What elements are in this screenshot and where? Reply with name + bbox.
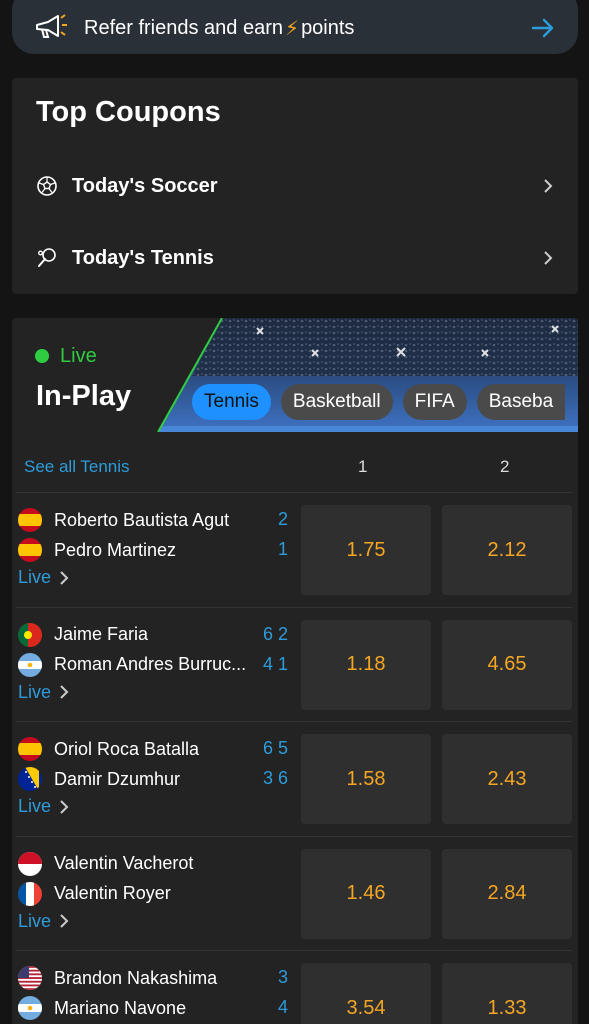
player-2: Mariano Navone — [18, 995, 254, 1021]
top-coupons-card: Top Coupons Today's Soccer Today's Tenni… — [12, 78, 578, 294]
bolt-icon: ⚡ — [285, 17, 300, 40]
match-row[interactable]: Brandon Nakashima3Mariano Navone4Live3.5… — [16, 950, 572, 1024]
flag-portugal-icon — [18, 622, 42, 647]
flag-spain-icon — [18, 538, 42, 562]
player-1-score: 6 5 — [262, 738, 288, 758]
flag-spain-icon — [18, 508, 42, 532]
megaphone-icon — [36, 14, 67, 38]
flag-france-icon — [18, 881, 42, 906]
odds-button-1[interactable]: 1.18 — [301, 619, 431, 710]
player-1: Oriol Roca Batalla — [18, 736, 254, 762]
top-coupons-title: Top Coupons — [36, 96, 221, 128]
refer-text: Refer friends and earn ⚡ points — [84, 16, 355, 40]
player-2: Roman Andres Burruc... — [18, 652, 254, 678]
odds-button-2[interactable]: 2.84 — [442, 848, 572, 939]
soccer-ball-icon — [37, 176, 57, 196]
coupon-item-tennis[interactable]: Today's Tennis — [36, 238, 554, 278]
in-play-title: In-Play — [36, 380, 132, 412]
player-name: Valentin Royer — [54, 883, 171, 903]
player-2-score: 3 6 — [262, 768, 288, 788]
chevron-right-icon — [60, 799, 69, 814]
player-name: Roman Andres Burruc... — [54, 654, 247, 674]
flag-argentina-icon — [18, 996, 42, 1020]
live-indicator-dot — [35, 349, 49, 363]
odds-button-2[interactable]: 4.65 — [442, 619, 572, 710]
tab-tennis[interactable]: Tennis — [192, 384, 271, 420]
in-play-card: Live In-Play Tennis Basketball FIFA Base… — [12, 318, 578, 1024]
odds-button-2[interactable]: 2.12 — [442, 505, 572, 595]
odds-button-1[interactable]: 3.54 — [301, 963, 431, 1024]
chevron-right-icon — [544, 179, 553, 193]
live-status-label: Live — [18, 796, 52, 816]
player-1: Brandon Nakashima — [18, 965, 254, 991]
odds-button-1[interactable]: 1.75 — [301, 505, 431, 595]
live-status-label: Live — [18, 681, 52, 702]
live-label: Live — [60, 345, 97, 367]
odds-button-1[interactable]: 1.58 — [301, 734, 431, 824]
odds-button-1[interactable]: 1.46 — [301, 848, 431, 939]
match-row[interactable]: Valentin Vacherot Valentin Royer Live 1.46 2… — [16, 835, 572, 950]
player-name: Mariano Navone — [54, 997, 187, 1018]
player-name: Oriol Roca Batalla — [54, 738, 200, 759]
chevron-right-icon — [544, 251, 553, 265]
player-1: Jaime Faria — [18, 622, 254, 648]
see-all-tennis-link[interactable]: See all Tennis — [24, 457, 130, 477]
coupon-item-soccer[interactable]: Today's Soccer — [36, 166, 554, 206]
coupon-label: Today's Tennis — [72, 246, 214, 269]
live-status-link[interactable]: Live — [18, 567, 69, 588]
arrow-right-icon[interactable] — [530, 15, 556, 41]
player-2: Pedro Martinez — [18, 537, 254, 563]
column-header-2: 2 — [500, 457, 510, 476]
tab-basketball[interactable]: Basketball — [280, 384, 393, 420]
chevron-right-icon — [60, 570, 69, 585]
player-2-score: 4 — [277, 997, 288, 1017]
flag-argentina-icon — [18, 652, 42, 677]
player-1: Roberto Bautista Agut — [18, 507, 254, 533]
player-1-score: 2 — [277, 509, 288, 529]
player-name: Jaime Faria — [54, 624, 149, 644]
match-row[interactable]: Roberto Bautista Agut 2 Pedro Martinez 1 Liv… — [16, 492, 572, 606]
live-status-link[interactable]: Live — [18, 682, 69, 703]
player-2-score: 4 1 — [262, 653, 288, 674]
player-1-score: 3 — [277, 967, 288, 987]
match-row[interactable]: Jaime Faria 6 2 Roman Andres Burruc... 4 1 L… — [16, 606, 572, 721]
player-2-score: 1 — [277, 539, 288, 559]
refer-banner[interactable]: Refer friends and earn ⚡ points — [12, 0, 578, 54]
live-status-label: Live — [18, 910, 52, 931]
player-2: Damir Dzumhur — [18, 766, 254, 792]
player-1: Valentin Vacherot — [18, 851, 254, 877]
player-name: Damir Dzumhur — [54, 768, 181, 789]
chevron-right-icon — [60, 914, 69, 928]
column-header-1: 1 — [358, 457, 368, 476]
player-name: Roberto Bautista Agut — [54, 509, 230, 530]
flag-usa-icon — [18, 966, 42, 990]
match-row[interactable]: Oriol Roca Batalla 6 5 Damir Dzumhur 3 6 Liv… — [16, 721, 572, 835]
flag-spain-icon — [18, 737, 42, 761]
live-status-link[interactable]: Live — [18, 796, 69, 817]
player-2: Valentin Royer — [18, 881, 254, 907]
tennis-racket-icon — [38, 248, 56, 267]
player-1-score: 6 2 — [262, 623, 288, 644]
odds-button-2[interactable]: 2.43 — [442, 734, 572, 824]
tab-fifa[interactable]: FIFA — [402, 384, 467, 420]
tab-baseball[interactable]: Baseba — [476, 384, 566, 420]
flag-bosnia-icon — [18, 767, 42, 791]
chevron-right-icon — [60, 685, 69, 699]
live-status-label: Live — [18, 567, 52, 587]
sport-tabs: Tennis Basketball FIFA Baseba — [192, 384, 566, 420]
odds-button-2[interactable]: 1.33 — [442, 963, 572, 1024]
coupon-label: Today's Soccer — [72, 174, 218, 197]
flag-monaco-icon — [18, 851, 42, 876]
player-name: Valentin Vacherot — [54, 853, 194, 873]
live-status-link[interactable]: Live — [18, 911, 69, 932]
player-name: Pedro Martinez — [54, 539, 177, 560]
player-name: Brandon Nakashima — [54, 967, 218, 988]
